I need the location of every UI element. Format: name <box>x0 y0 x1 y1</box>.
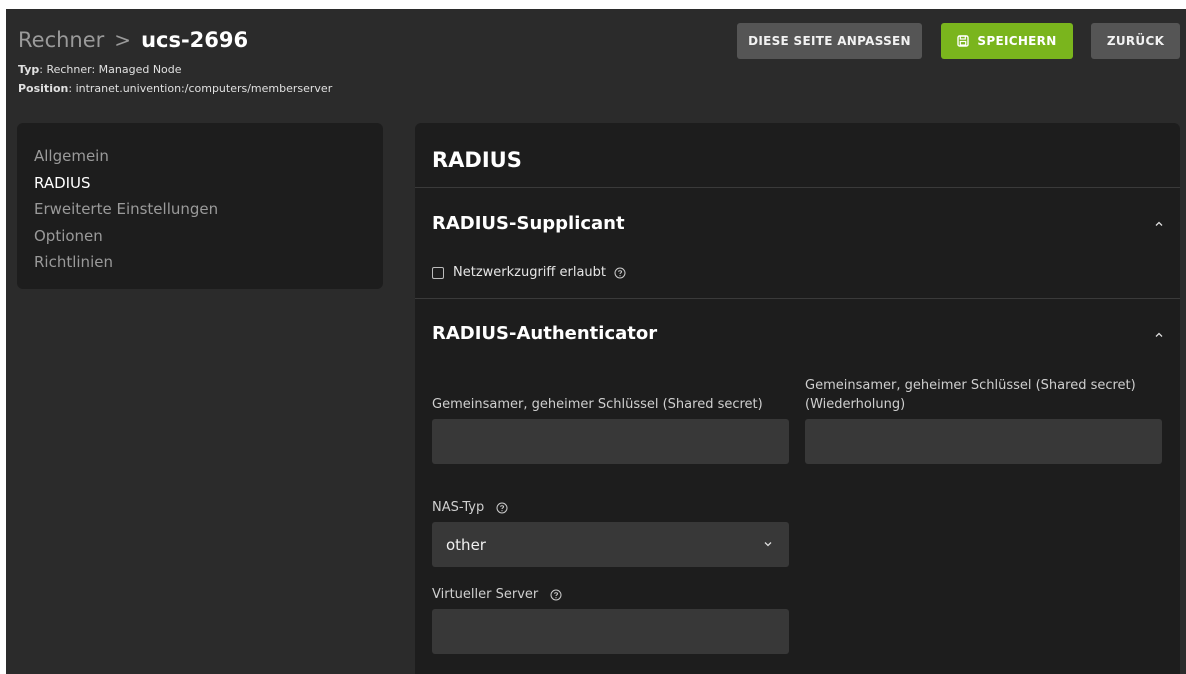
back-button[interactable]: ZURÜCK <box>1091 23 1180 59</box>
object-position-value: intranet.univention:/computers/memberser… <box>75 82 333 95</box>
virtual-server-input[interactable] <box>432 609 789 654</box>
shared-secret-repeat-label-line2: (Wiederholung) <box>805 397 906 412</box>
page-title: ucs-2696 <box>141 28 249 52</box>
chevron-down-icon <box>764 542 772 547</box>
save-button-label: SPEICHERN <box>977 34 1057 48</box>
object-type-line: Typ: Rechner: Managed Node <box>18 63 182 76</box>
shared-secret-input[interactable] <box>432 419 789 464</box>
section-nav: Allgemein RADIUS Erweiterte Einstellunge… <box>17 123 383 289</box>
virtual-server-label: Virtueller Server <box>432 585 562 604</box>
shared-secret-repeat-label: Gemeinsamer, geheimer Schlüssel (Shared … <box>805 376 1136 414</box>
nav-item-optionen[interactable]: Optionen <box>34 223 383 250</box>
help-icon[interactable] <box>614 267 626 279</box>
collapse-authenticator-chevron-up-icon[interactable] <box>1154 330 1164 340</box>
app-frame: Rechner > ucs-2696 Typ: Rechner: Managed… <box>6 9 1186 674</box>
nav-item-allgemein[interactable]: Allgemein <box>34 143 383 170</box>
collapse-supplicant-chevron-up-icon[interactable] <box>1154 219 1164 229</box>
virtual-server-label-text: Virtueller Server <box>432 587 539 602</box>
main-panel: RADIUS RADIUS-Supplicant Netzwerkzugriff… <box>415 123 1180 674</box>
breadcrumb: Rechner > ucs-2696 <box>18 25 248 55</box>
network-access-checkbox[interactable] <box>432 266 444 279</box>
nav-item-richtlinien[interactable]: Richtlinien <box>34 249 383 276</box>
object-position-colon: : <box>68 82 76 95</box>
customize-page-button[interactable]: DIESE SEITE ANPASSEN <box>737 23 922 59</box>
nav-item-erweiterte-einstellungen[interactable]: Erweiterte Einstellungen <box>34 196 383 223</box>
save-icon <box>957 35 970 47</box>
object-type-value: Rechner: Managed Node <box>46 63 182 76</box>
supplicant-section-title[interactable]: RADIUS-Supplicant <box>432 213 625 234</box>
divider <box>415 298 1180 299</box>
network-access-label[interactable]: Netzwerkzugriff erlaubt <box>453 265 606 280</box>
help-icon[interactable] <box>496 502 508 514</box>
nas-type-label-text: NAS-Typ <box>432 500 485 515</box>
shared-secret-repeat-input[interactable] <box>805 419 1162 464</box>
nas-type-selected-value: other <box>446 535 486 554</box>
help-icon[interactable] <box>550 589 562 601</box>
authenticator-section-title[interactable]: RADIUS-Authenticator <box>432 323 657 344</box>
divider <box>415 187 1180 188</box>
nav-item-radius[interactable]: RADIUS <box>34 170 383 197</box>
breadcrumb-parent-link[interactable]: Rechner <box>18 28 104 52</box>
network-access-row: Netzwerkzugriff erlaubt <box>432 265 626 280</box>
nas-type-label: NAS-Typ <box>432 498 508 517</box>
object-position-key: Position <box>18 82 69 95</box>
section-heading: RADIUS <box>432 148 522 172</box>
object-type-key: Typ <box>18 63 40 76</box>
shared-secret-label: Gemeinsamer, geheimer Schlüssel (Shared … <box>432 397 763 412</box>
save-button[interactable]: SPEICHERN <box>941 23 1073 59</box>
object-position-line: Position: intranet.univention:/computers… <box>18 82 332 95</box>
nas-type-select[interactable]: other <box>432 522 789 567</box>
breadcrumb-separator: > <box>114 28 132 52</box>
shared-secret-repeat-label-line1: Gemeinsamer, geheimer Schlüssel (Shared … <box>805 378 1136 393</box>
